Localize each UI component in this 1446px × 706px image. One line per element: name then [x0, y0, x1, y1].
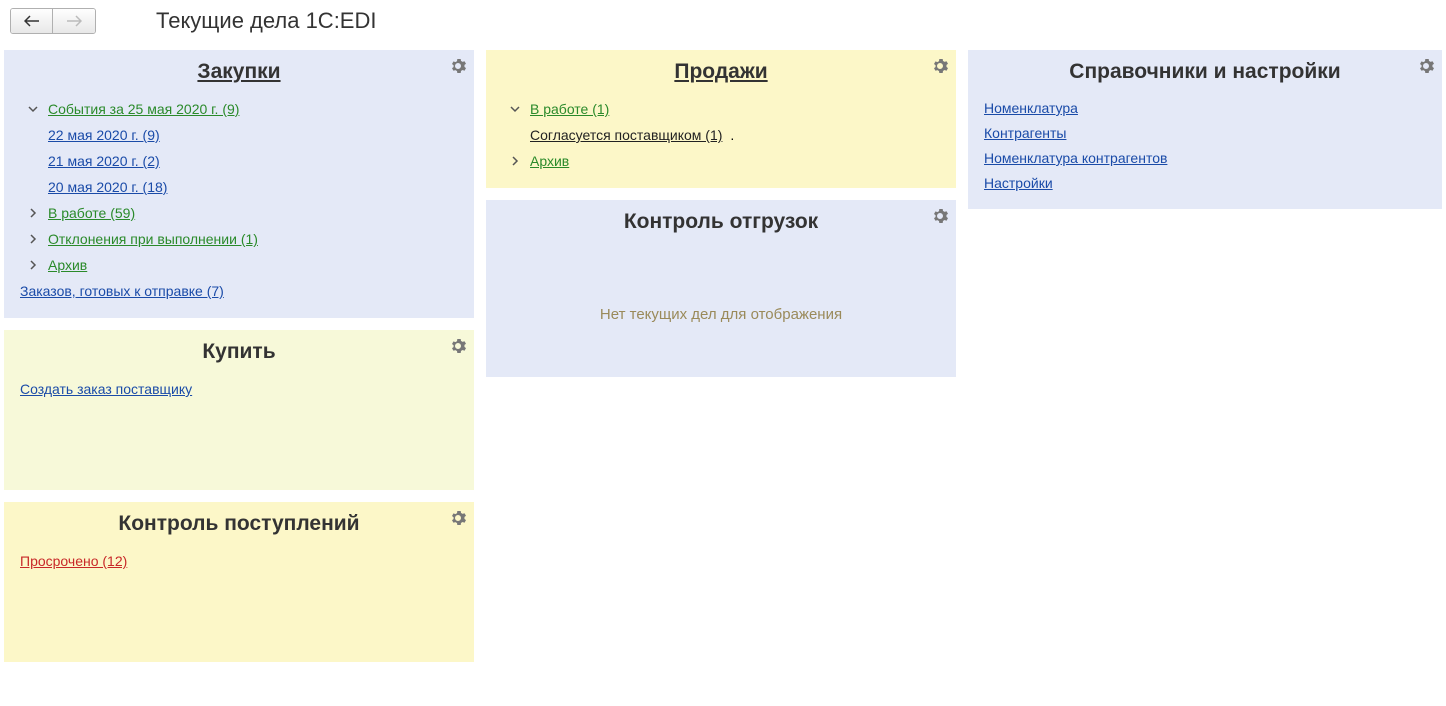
gear-icon[interactable] [450, 338, 466, 357]
tree-row-date: 20 мая 2020 г. (18) [26, 174, 458, 200]
arrow-right-icon [66, 15, 82, 27]
purchases-title[interactable]: Закупки [20, 60, 458, 84]
panel-buy: Купить Создать заказ поставщику [4, 330, 474, 490]
header: Текущие дела 1C:EDI [0, 0, 1446, 42]
column-3: Справочники и настройки Номенклатура Кон… [968, 50, 1442, 662]
sales-tree: В работе (1) Согласуется поставщиком (1)… [502, 96, 940, 174]
shipments-title: Контроль отгрузок [502, 210, 940, 234]
gear-icon[interactable] [1418, 58, 1434, 77]
link-counterparties[interactable]: Контрагенты [984, 125, 1066, 141]
settings-list: Номенклатура Контрагенты Номенклатура ко… [984, 96, 1426, 195]
buy-title: Купить [20, 340, 458, 364]
gear-icon[interactable] [450, 510, 466, 529]
link-sales-in-work[interactable]: В работе (1) [530, 101, 609, 117]
nav-buttons [10, 8, 96, 34]
receipts-title: Контроль поступлений [20, 512, 458, 536]
link-events-today[interactable]: События за 25 мая 2020 г. (9) [48, 101, 239, 117]
chevron-down-icon[interactable] [26, 102, 40, 116]
chevron-down-icon[interactable] [508, 102, 522, 116]
tree-row-deviations: Отклонения при выполнении (1) [26, 226, 458, 252]
link-overdue[interactable]: Просрочено (12) [20, 553, 127, 569]
chevron-right-icon[interactable] [26, 258, 40, 272]
link-counterparty-nomenclature[interactable]: Номенклатура контрагентов [984, 150, 1167, 166]
panel-settings: Справочники и настройки Номенклатура Кон… [968, 50, 1442, 209]
arrow-left-icon [24, 15, 40, 27]
gear-icon[interactable] [450, 58, 466, 77]
link-date-22[interactable]: 22 мая 2020 г. (9) [48, 127, 160, 143]
tree-row-events: События за 25 мая 2020 г. (9) [26, 96, 458, 122]
link-archive[interactable]: Архив [48, 257, 87, 273]
link-sales-archive[interactable]: Архив [530, 153, 569, 169]
link-date-21[interactable]: 21 мая 2020 г. (2) [48, 153, 160, 169]
empty-message: Нет текущих дел для отображения [502, 246, 940, 363]
link-in-work[interactable]: В работе (59) [48, 205, 135, 221]
tree-row-archive: Архив [26, 252, 458, 278]
back-button[interactable] [11, 9, 53, 33]
purchases-tree: События за 25 мая 2020 г. (9) 22 мая 202… [20, 96, 458, 278]
link-ready-orders[interactable]: Заказов, готовых к отправке (7) [20, 283, 224, 299]
column-2: Продажи В работе (1) Согласуется поставщ… [486, 50, 956, 662]
link-date-20[interactable]: 20 мая 2020 г. (18) [48, 179, 167, 195]
tree-row-in-work: В работе (59) [26, 200, 458, 226]
link-deviations[interactable]: Отклонения при выполнении (1) [48, 231, 258, 247]
receipts-link-row: Просрочено (12) [20, 548, 458, 574]
link-agreed[interactable]: Согласуется поставщиком (1) [530, 127, 722, 143]
tree-row-agreed: Согласуется поставщиком (1). [508, 122, 940, 148]
forward-button[interactable] [53, 9, 95, 33]
column-1: Закупки События за 25 мая 2020 г. (9) 22… [4, 50, 474, 662]
tree-row-date: 22 мая 2020 г. (9) [26, 122, 458, 148]
tree-row-in-work: В работе (1) [508, 96, 940, 122]
settings-title: Справочники и настройки [984, 60, 1426, 84]
panel-receipts: Контроль поступлений Просрочено (12) [4, 502, 474, 662]
link-create-order[interactable]: Создать заказ поставщику [20, 381, 192, 397]
chevron-right-icon[interactable] [26, 232, 40, 246]
sales-title[interactable]: Продажи [502, 60, 940, 84]
tree-row-archive: Архив [508, 148, 940, 174]
buy-link-row: Создать заказ поставщику [20, 376, 458, 402]
panel-shipments: Контроль отгрузок Нет текущих дел для от… [486, 200, 956, 377]
panel-purchases: Закупки События за 25 мая 2020 г. (9) 22… [4, 50, 474, 318]
link-settings[interactable]: Настройки [984, 175, 1053, 191]
chevron-right-icon[interactable] [508, 154, 522, 168]
link-nomenclature[interactable]: Номенклатура [984, 100, 1078, 116]
gear-icon[interactable] [932, 208, 948, 227]
chevron-right-icon[interactable] [26, 206, 40, 220]
main-columns: Закупки События за 25 мая 2020 г. (9) 22… [0, 42, 1446, 670]
bottom-link-row: Заказов, готовых к отправке (7) [20, 278, 458, 304]
gear-icon[interactable] [932, 58, 948, 77]
panel-sales: Продажи В работе (1) Согласуется поставщ… [486, 50, 956, 188]
tree-row-date: 21 мая 2020 г. (2) [26, 148, 458, 174]
page-title: Текущие дела 1C:EDI [156, 8, 376, 34]
